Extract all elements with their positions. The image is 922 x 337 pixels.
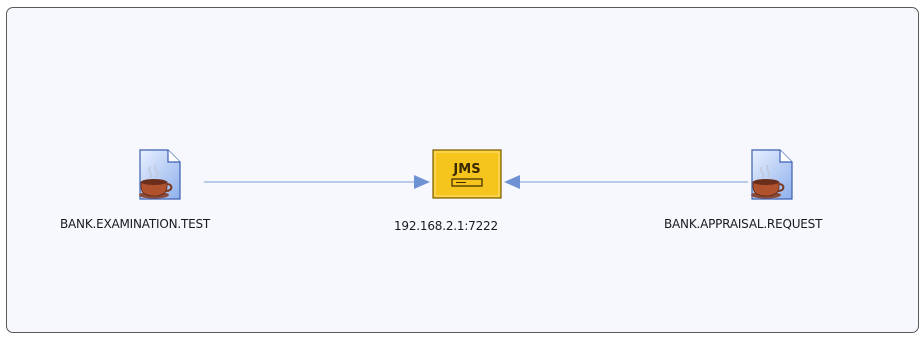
jms-server-icon: JMS xyxy=(432,149,502,199)
node-label: 192.168.2.1:7222 xyxy=(394,219,498,233)
node-label: BANK.EXAMINATION.TEST xyxy=(60,217,211,231)
java-cup-file-icon xyxy=(139,149,181,200)
java-cup-file-icon xyxy=(751,149,793,200)
jms-icon-text: JMS xyxy=(452,162,480,177)
node-label: BANK.APPRAISAL.REQUEST xyxy=(664,217,823,231)
